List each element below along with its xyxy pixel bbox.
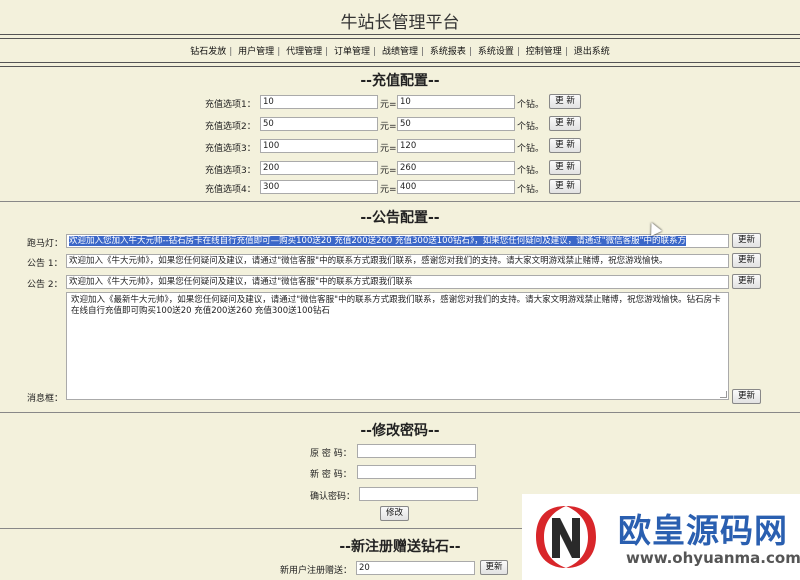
recharge-update-button[interactable]: 更 新 (549, 179, 581, 194)
recharge-update-button[interactable]: 更 新 (549, 116, 581, 131)
confirm-password-field[interactable] (359, 487, 478, 501)
nav-item-diamond-issue[interactable]: 钻石发放 (190, 47, 226, 57)
watermark-url: www.ohyuanma.com (626, 549, 800, 567)
diamond-unit-label: 个钻。 (517, 100, 545, 110)
message-update-button[interactable]: 更新 (732, 389, 761, 404)
diamond-unit-label: 个钻。 (517, 166, 545, 176)
watermark-logo-icon (536, 506, 596, 568)
notice1-update-button[interactable]: 更新 (732, 253, 761, 268)
notice1-input[interactable]: 欢迎加入《牛大元帅》，如果您任何疑问及建议，请通过"微信客服"中的联系方式跟我们… (66, 254, 729, 268)
marquee-update-button[interactable]: 更新 (732, 233, 761, 248)
register-gift-label: 新用户注册赠送： (280, 566, 353, 576)
notice-heading: --公告配置-- (360, 210, 440, 226)
yuan-unit-label: 元= (380, 185, 397, 195)
old-password-field[interactable] (357, 444, 476, 458)
recharge-yuan-input[interactable]: 300 (260, 180, 378, 194)
section-divider (0, 201, 800, 202)
recharge-yuan-input[interactable]: 100 (260, 139, 378, 153)
app-title: 牛站长管理平台 (340, 13, 460, 33)
recharge-diamond-input[interactable]: 50 (397, 117, 515, 131)
recharge-update-button[interactable]: 更 新 (549, 94, 581, 109)
recharge-diamond-input[interactable]: 120 (397, 139, 515, 153)
section-divider (0, 412, 800, 413)
recharge-yuan-input[interactable]: 50 (260, 117, 378, 131)
nav-item-agent-management[interactable]: 代理管理 (286, 47, 322, 57)
nav-item-logout[interactable]: 退出系统 (574, 47, 610, 57)
resize-grip-icon[interactable] (720, 391, 727, 398)
message-textarea[interactable]: 欢迎加入《最新牛大元帅》，如果您任何疑问及建议，请通过"微信客服"中的联系方式跟… (66, 292, 729, 400)
register-gift-input[interactable]: 20 (356, 561, 475, 575)
yuan-unit-label: 元= (380, 122, 397, 132)
recharge-update-button[interactable]: 更 新 (549, 160, 581, 175)
old-password-label: 原 密 码： (310, 449, 352, 459)
notice1-label: 公告 1： (27, 259, 63, 269)
confirm-password-label: 确认密码： (310, 492, 356, 502)
recharge-yuan-input[interactable]: 200 (260, 161, 378, 175)
notice2-update-button[interactable]: 更新 (732, 274, 761, 289)
diamond-unit-label: 个钻。 (517, 122, 545, 132)
nav-item-record-management[interactable]: 战绩管理 (382, 47, 418, 57)
new-password-label: 新 密 码： (310, 470, 352, 480)
header-divider (0, 34, 800, 39)
nav-divider (0, 62, 800, 67)
recharge-diamond-input[interactable]: 260 (397, 161, 515, 175)
recharge-update-button[interactable]: 更 新 (549, 138, 581, 153)
yuan-unit-label: 元= (380, 100, 397, 110)
diamond-unit-label: 个钻。 (517, 144, 545, 154)
recharge-row-label: 充值选项4： (205, 185, 256, 195)
yuan-unit-label: 元= (380, 166, 397, 176)
recharge-heading: --充值配置-- (360, 73, 440, 89)
notice2-input[interactable]: 欢迎加入《牛大元帅》，如果您任何疑问及建议，请通过"微信客服"中的联系方式跟我们… (66, 275, 729, 289)
message-text: 欢迎加入《最新牛大元帅》，如果您任何疑问及建议，请通过"微信客服"中的联系方式跟… (71, 295, 721, 316)
recharge-row-label: 充值选项3： (205, 144, 256, 154)
change-password-button[interactable]: 修改 (380, 506, 409, 521)
nav-item-order-management[interactable]: 订单管理 (334, 47, 370, 57)
password-heading: --修改密码-- (360, 423, 440, 439)
yuan-unit-label: 元= (380, 144, 397, 154)
nav-item-control-management[interactable]: 控制管理 (526, 47, 562, 57)
recharge-diamond-input[interactable]: 400 (397, 180, 515, 194)
recharge-diamond-input[interactable]: 10 (397, 95, 515, 109)
main-nav: 钻石发放 | 用户管理 | 代理管理 | 订单管理 | 战绩管理 | 系统报表 | 系统设置… (190, 47, 610, 57)
message-label: 消息框： (27, 394, 64, 404)
nav-item-user-management[interactable]: 用户管理 (238, 47, 274, 57)
recharge-row-label: 充值选项1： (205, 100, 256, 110)
notice2-label: 公告 2： (27, 280, 63, 290)
marquee-label: 跑马灯： (27, 239, 64, 249)
recharge-yuan-input[interactable]: 10 (260, 95, 378, 109)
marquee-input[interactable]: 欢迎加入您加入牛大元帅--钻石房卡在线自行充值即可—购买100送20 充值200… (66, 234, 729, 248)
recharge-row-label: 充值选项2： (205, 122, 256, 132)
register-gift-update-button[interactable]: 更新 (480, 560, 508, 575)
watermark: 欧皇源码网 www.ohyuanma.com (522, 494, 800, 580)
watermark-title: 欧皇源码网 (618, 511, 788, 550)
new-password-field[interactable] (357, 465, 476, 479)
marquee-selected-text: 欢迎加入您加入牛大元帅--钻石房卡在线自行充值即可—购买100送20 充值200… (69, 236, 687, 246)
recharge-row-label: 充值选项3： (205, 166, 256, 176)
diamond-unit-label: 个钻。 (517, 185, 545, 195)
nav-item-system-settings[interactable]: 系统设置 (478, 47, 514, 57)
nav-item-system-reports[interactable]: 系统报表 (430, 47, 466, 57)
